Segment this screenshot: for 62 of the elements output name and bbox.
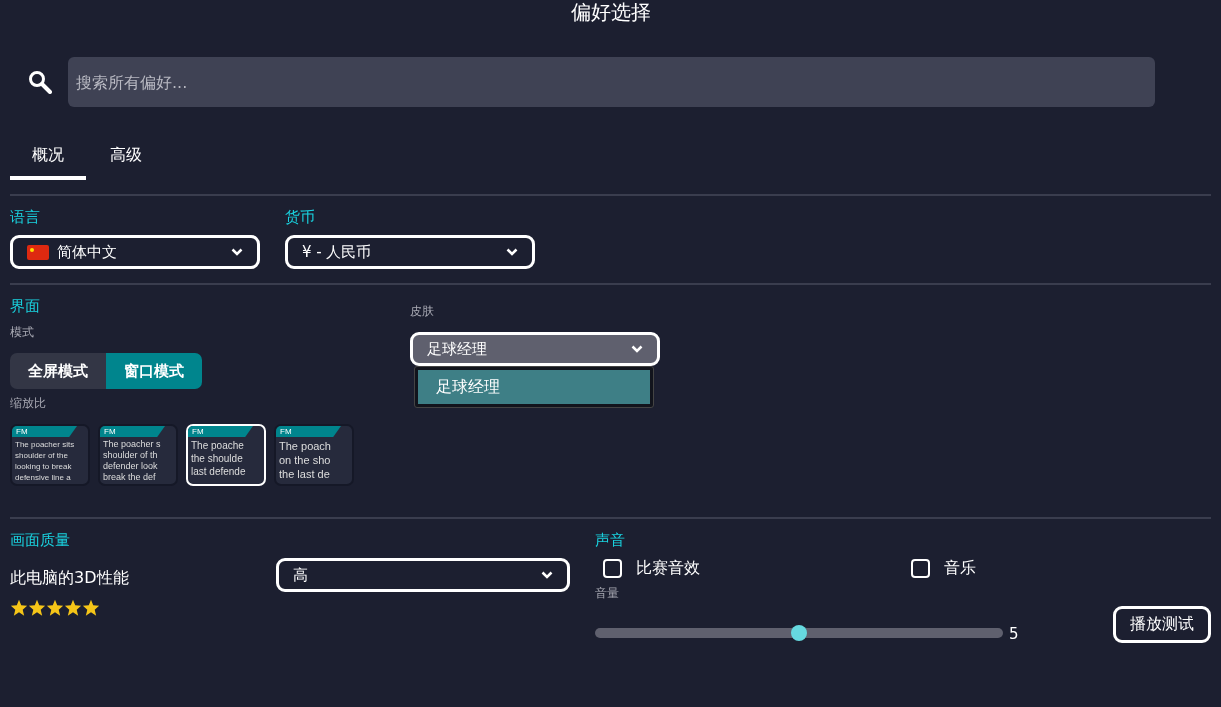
scale-preview[interactable]: FM The poach on the sho the last de (274, 424, 354, 486)
mode-option[interactable]: 窗口模式 (106, 353, 202, 389)
star-icon (82, 599, 100, 616)
tab[interactable]: 高级 (88, 145, 164, 180)
flag-icon (27, 244, 49, 260)
search-field[interactable]: 搜索所有偏好... (68, 57, 1155, 107)
menu-option[interactable]: 足球经理 (418, 370, 650, 404)
preview-text: looking to break (14, 461, 73, 472)
chevron-icon (231, 248, 243, 256)
language-dropdown[interactable]: 简体中文 (10, 235, 260, 269)
chevron-icon (541, 571, 553, 579)
section-heading: 界面 (10, 297, 41, 316)
preview-text: shoulder of th (102, 450, 159, 461)
star-icon (46, 599, 64, 616)
preview-text: the shoulde (190, 452, 244, 465)
volume-value: 5 (1009, 624, 1020, 643)
field-label: 缩放比 (10, 395, 47, 412)
preview-text: break the def (102, 472, 157, 483)
star-icon (10, 599, 28, 616)
preview-text: the last de (278, 467, 331, 481)
play-test-button[interactable]: 播放测试 (1113, 606, 1211, 643)
checkbox-label: 比赛音效 (636, 558, 700, 579)
search-icon[interactable] (28, 70, 52, 94)
currency-dropdown[interactable]: ¥ - 人民币 (285, 235, 535, 269)
scale-preview[interactable]: FM The poache the shoulde last defende (186, 424, 266, 486)
quality-dropdown[interactable]: 高 (276, 558, 570, 592)
preview-text: The poacher s (102, 439, 162, 450)
field-label: 皮肤 (410, 303, 435, 320)
performance-label: 此电脑的3D性能 (10, 568, 129, 589)
chevron-icon (506, 248, 518, 256)
preview-text: shoulder of the (14, 450, 69, 461)
section-heading: 声音 (595, 531, 626, 550)
preview-badge: FM (188, 426, 253, 437)
chevron-icon (631, 345, 643, 353)
preview-badge: FM (12, 426, 77, 437)
preview-text: last defende (190, 465, 247, 478)
field-label: 音量 (595, 585, 620, 602)
preview-text: The poache (190, 439, 245, 452)
preview-text: defensive line a (14, 472, 72, 483)
section-heading: 画面质量 (10, 531, 71, 550)
scale-preview[interactable]: FM The poacher sits shoulder of the looking to break defensive line a (10, 424, 90, 486)
window-title: 偏好选择 (569, 0, 652, 26)
preview-text: defender look (102, 461, 159, 472)
preview-badge: FM (276, 426, 341, 437)
star-icon (64, 599, 82, 616)
preview-text: The poach (278, 439, 332, 453)
section-label: 语言 (10, 208, 41, 227)
scale-preview[interactable]: FM The poacher s shoulder of th defender look break the def (98, 424, 178, 486)
star-icon (28, 599, 46, 616)
preview-text: The poacher sits (14, 439, 76, 450)
preview-text: on the sho (278, 453, 332, 467)
checkbox-label: 音乐 (944, 558, 976, 579)
tab[interactable]: 概况 (10, 145, 86, 180)
skin-dropdown[interactable]: 足球经理 (410, 332, 660, 366)
mode-option[interactable]: 全屏模式 (10, 353, 106, 389)
checkbox[interactable] (603, 559, 622, 578)
field-label: 模式 (10, 324, 35, 341)
checkbox[interactable] (911, 559, 930, 578)
section-label: 货币 (285, 208, 316, 227)
preview-badge: FM (100, 426, 165, 437)
volume-slider[interactable] (595, 627, 1003, 638)
slider-thumb[interactable] (791, 624, 807, 641)
